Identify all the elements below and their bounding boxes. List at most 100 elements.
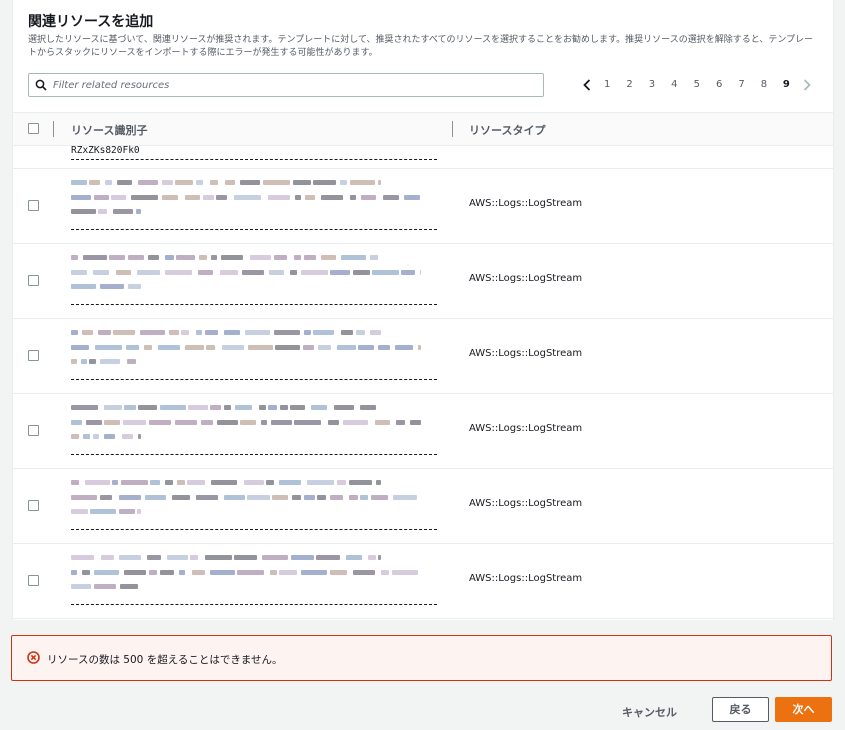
row-checkbox[interactable] bbox=[28, 499, 39, 511]
obscured-text-fragment bbox=[330, 270, 350, 275]
table-row[interactable]: AWS::Logs::LogStream bbox=[13, 243, 833, 319]
obscured-text-fragment bbox=[349, 495, 358, 500]
select-all-checkbox[interactable] bbox=[28, 123, 39, 134]
obscured-text-fragment bbox=[271, 420, 292, 425]
column-header-identifier[interactable]: リソース識別子 bbox=[71, 122, 147, 138]
obscured-text-fragment bbox=[358, 345, 374, 350]
obscured-text-fragment bbox=[71, 405, 98, 410]
obscured-text-fragment bbox=[203, 195, 214, 200]
obscured-text-fragment bbox=[100, 495, 112, 500]
obscured-text-fragment bbox=[301, 570, 327, 575]
dialog-description: 選択したリソースに基づいて、関連リソースが推奨されます。テンプレートに対して、推… bbox=[28, 35, 814, 58]
obscured-text-fragment bbox=[127, 359, 136, 364]
obscured-text-fragment bbox=[259, 405, 266, 410]
obscured-text-fragment bbox=[101, 555, 114, 560]
next-page-button[interactable] bbox=[798, 77, 816, 93]
obscured-text-fragment bbox=[235, 405, 252, 410]
obscured-text-fragment bbox=[216, 195, 227, 200]
obscured-text-fragment bbox=[176, 255, 195, 260]
obscured-text-fragment bbox=[112, 480, 118, 485]
obscured-text-fragment bbox=[372, 270, 399, 275]
previous-page-button[interactable] bbox=[578, 77, 596, 93]
obscured-text-fragment bbox=[83, 434, 90, 439]
table-row[interactable]: AWS::Logs::LogStream bbox=[13, 318, 833, 394]
obscured-text-fragment bbox=[122, 434, 133, 439]
obscured-resource-identifier bbox=[71, 480, 441, 536]
search-box[interactable] bbox=[28, 73, 544, 97]
obscured-text-fragment bbox=[131, 195, 158, 200]
obscured-text-fragment bbox=[83, 255, 107, 260]
obscured-text-fragment bbox=[177, 480, 185, 485]
page-9-button[interactable]: 9 bbox=[775, 77, 797, 93]
row-checkbox[interactable] bbox=[28, 274, 39, 286]
table-row[interactable]: AWS::Logs::LogStream bbox=[13, 168, 833, 244]
resource-table[interactable]: RZxZKs820Fk0 AWS::Logs::LogStream AWS::Lo… bbox=[13, 145, 833, 620]
page-2-button[interactable]: 2 bbox=[618, 77, 640, 93]
obscured-text-fragment bbox=[105, 180, 112, 185]
obscured-text-fragment bbox=[334, 405, 354, 410]
resource-type: AWS::Logs::LogStream bbox=[469, 272, 583, 284]
obscured-text-fragment bbox=[383, 195, 399, 200]
obscured-text-fragment bbox=[313, 180, 336, 185]
table-row: RZxZKs820Fk0 bbox=[13, 145, 833, 169]
cancel-button[interactable]: キャンセル bbox=[622, 704, 677, 720]
obscured-text-fragment bbox=[188, 405, 208, 410]
page-4-button[interactable]: 4 bbox=[663, 77, 685, 93]
obscured-text-fragment bbox=[120, 584, 138, 589]
obscured-text-fragment bbox=[137, 509, 141, 514]
obscured-text-fragment bbox=[410, 420, 421, 425]
resource-identifier: RZxZKs820Fk0 bbox=[71, 145, 140, 156]
obscured-text-fragment bbox=[98, 330, 111, 335]
obscured-text-fragment bbox=[126, 345, 139, 350]
obscured-text-fragment bbox=[341, 330, 353, 335]
obscured-text-fragment bbox=[119, 509, 135, 514]
filter-resources-input[interactable] bbox=[53, 77, 533, 93]
obscured-text-fragment bbox=[123, 420, 146, 425]
table-row[interactable]: AWS::Logs::LogStream bbox=[13, 543, 833, 619]
obscured-text-fragment bbox=[100, 359, 120, 364]
table-row[interactable]: AWS::Logs::LogStream bbox=[13, 468, 833, 544]
obscured-text-fragment bbox=[160, 570, 174, 575]
page-3-button[interactable]: 3 bbox=[641, 77, 663, 93]
obscured-text-fragment bbox=[294, 255, 301, 260]
next-button[interactable]: 次へ bbox=[775, 697, 832, 722]
page-7-button[interactable]: 7 bbox=[730, 77, 752, 93]
identifier-underline bbox=[71, 454, 437, 455]
back-button[interactable]: 戻る bbox=[712, 697, 769, 722]
table-header: リソース識別子 リソースタイプ bbox=[13, 112, 833, 146]
error-alert: リソースの数は 500 を超えることはできません。 bbox=[11, 635, 832, 681]
page-8-button[interactable]: 8 bbox=[753, 77, 775, 93]
obscured-text-fragment bbox=[371, 495, 388, 500]
table-row[interactable]: AWS::Logs::LogStream bbox=[13, 393, 833, 469]
obscured-text-fragment bbox=[305, 195, 315, 200]
obscured-text-fragment bbox=[404, 195, 420, 200]
page-5-button[interactable]: 5 bbox=[686, 77, 708, 93]
obscured-text-fragment bbox=[150, 480, 160, 485]
obscured-text-fragment bbox=[396, 420, 405, 425]
obscured-text-fragment bbox=[317, 495, 326, 500]
column-resizer[interactable] bbox=[452, 121, 453, 137]
page-1-button[interactable]: 1 bbox=[596, 77, 618, 93]
obscured-text-fragment bbox=[368, 555, 376, 560]
row-checkbox[interactable] bbox=[28, 574, 39, 586]
column-divider bbox=[53, 121, 54, 137]
row-checkbox[interactable] bbox=[28, 199, 39, 211]
column-header-type[interactable]: リソースタイプ bbox=[469, 122, 545, 138]
obscured-text-fragment bbox=[291, 555, 314, 560]
obscured-text-fragment bbox=[210, 180, 218, 185]
obscured-text-fragment bbox=[245, 330, 270, 335]
obscured-text-fragment bbox=[89, 359, 96, 364]
obscured-text-fragment bbox=[263, 180, 290, 185]
obscured-text-fragment bbox=[206, 345, 215, 350]
chevron-right-icon bbox=[803, 79, 811, 91]
obscured-text-fragment bbox=[185, 345, 204, 350]
row-checkbox[interactable] bbox=[28, 424, 39, 436]
row-checkbox[interactable] bbox=[28, 349, 39, 361]
page-6-button[interactable]: 6 bbox=[708, 77, 730, 93]
obscured-text-fragment bbox=[198, 270, 213, 275]
obscured-text-fragment bbox=[279, 570, 297, 575]
obscured-text-fragment bbox=[343, 420, 368, 425]
obscured-text-fragment bbox=[316, 555, 340, 560]
obscured-text-fragment bbox=[113, 330, 135, 335]
obscured-text-fragment bbox=[360, 495, 368, 500]
